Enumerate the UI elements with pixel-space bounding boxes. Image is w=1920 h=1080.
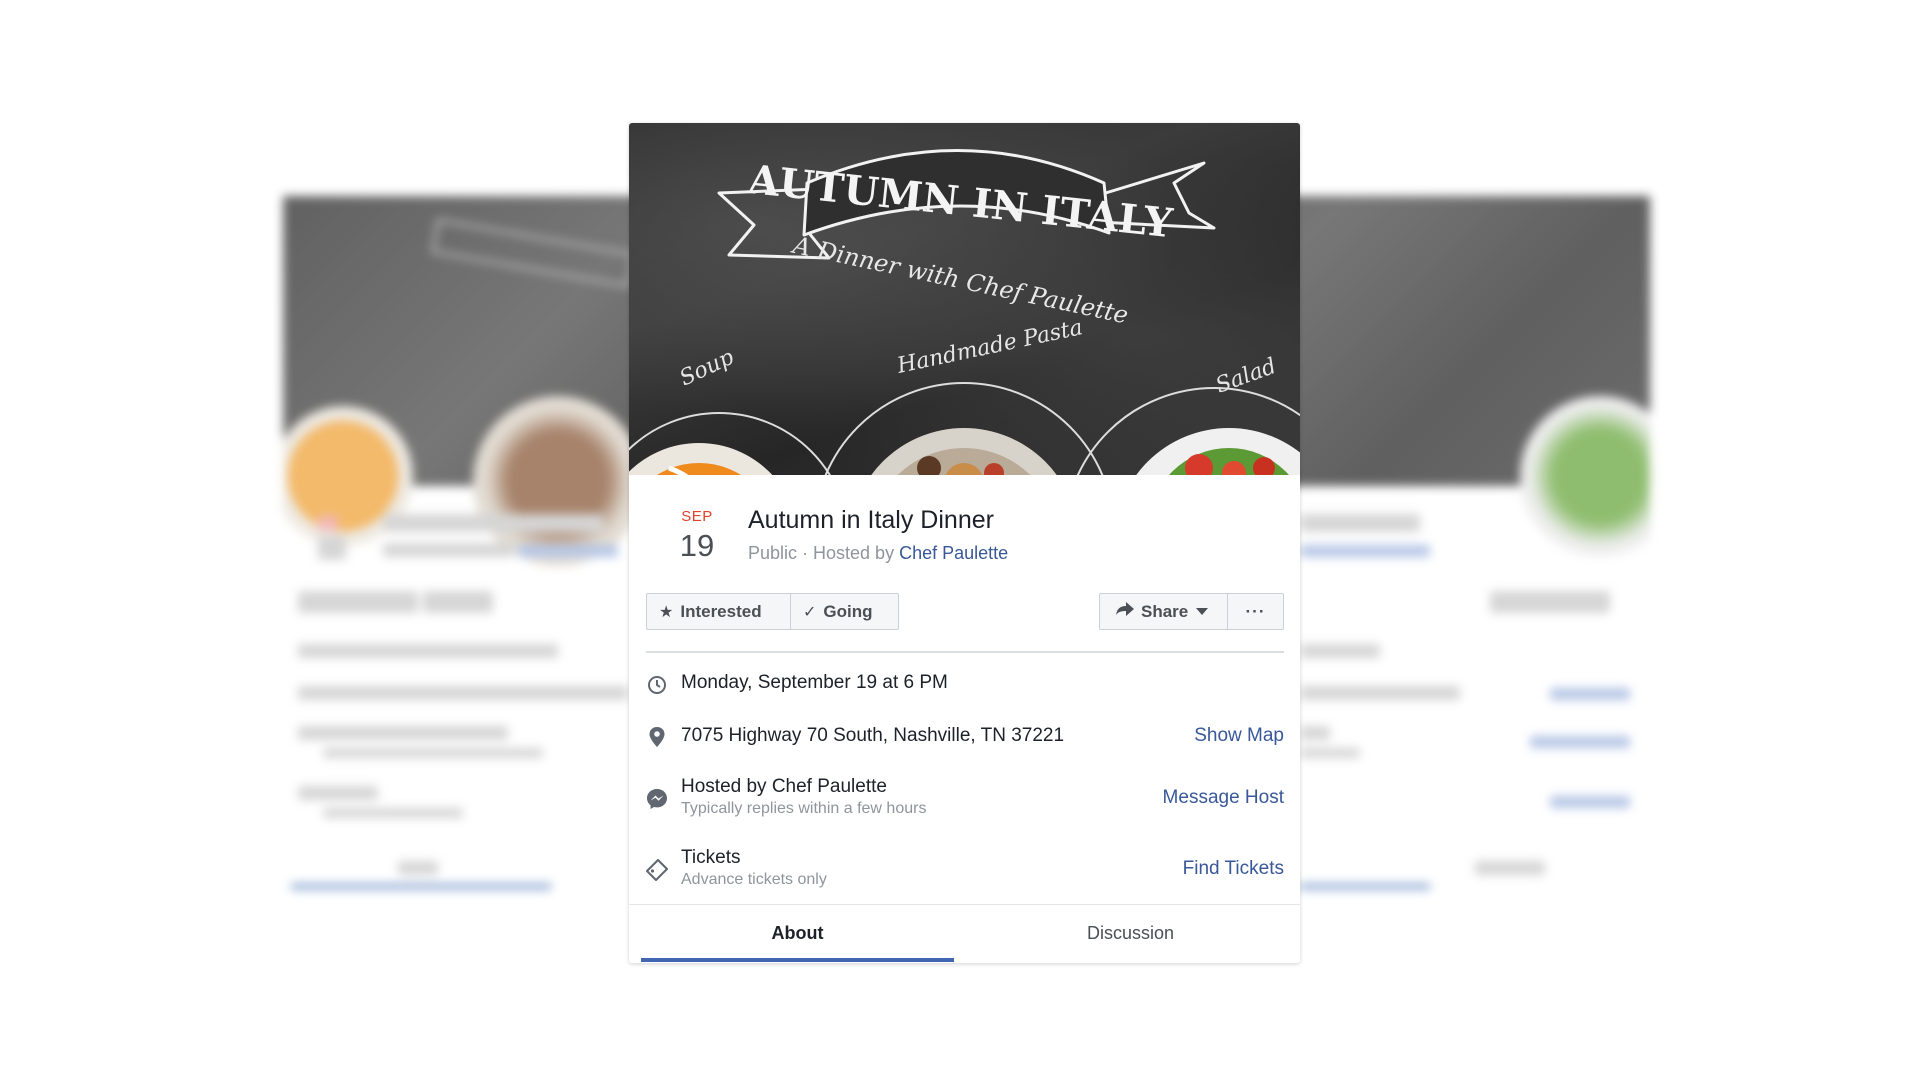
event-address: 7075 Highway 70 South, Nashville, TN 372…	[681, 725, 1065, 746]
tab-about[interactable]: About	[641, 923, 954, 944]
event-datetime: Monday, September 19 at 6 PM	[681, 672, 948, 693]
host-reply-time: Typically replies within a few hours	[681, 800, 927, 817]
star-icon: ★	[659, 603, 674, 621]
chevron-down-icon	[1196, 608, 1209, 615]
messenger-icon	[646, 788, 668, 810]
event-month: SEP	[681, 508, 713, 525]
share-arrow-icon	[1116, 602, 1134, 621]
checkmark-icon: ✓	[803, 603, 817, 621]
find-tickets-link[interactable]: Find Tickets	[1183, 858, 1284, 880]
cover-label-pasta: Handmade Pasta	[894, 315, 1085, 379]
going-button[interactable]: ✓ Going	[791, 594, 885, 629]
active-tab-indicator	[641, 958, 954, 962]
going-label: Going	[823, 601, 873, 621]
event-cover-image[interactable]: AUTUMN IN ITALY A Dinner with Chef Paule…	[629, 123, 1300, 475]
action-buttons: Share ···	[1099, 593, 1284, 630]
clock-icon	[646, 674, 668, 696]
cover-illustration: AUTUMN IN ITALY A Dinner with Chef Paule…	[629, 149, 1300, 475]
message-host-link[interactable]: Message Host	[1163, 787, 1284, 809]
event-card: AUTUMN IN ITALY A Dinner with Chef Paule…	[629, 123, 1300, 963]
event-day: 19	[679, 528, 715, 563]
more-icon: ···	[1245, 601, 1266, 621]
event-title: Autumn in Italy Dinner	[748, 506, 994, 534]
host-link[interactable]: Chef Paulette	[899, 543, 1008, 563]
event-subtitle: Public · Hosted by Chef Paulette	[748, 543, 1008, 564]
ticket-icon	[646, 859, 668, 881]
share-label: Share	[1141, 601, 1189, 621]
hosted-by-line: Hosted by Chef Paulette	[681, 776, 887, 797]
tickets-title: Tickets	[681, 847, 741, 868]
tabs-divider	[629, 904, 1300, 905]
detail-row-host: Hosted by Chef Paulette Typically replie…	[646, 776, 1284, 824]
rsvp-buttons: ★ Interested ✓ Going	[646, 593, 899, 630]
tickets-note: Advance tickets only	[681, 871, 827, 888]
event-privacy: Public	[748, 543, 798, 563]
interested-label: Interested	[680, 601, 762, 621]
map-pin-icon	[646, 726, 668, 748]
share-button[interactable]: Share	[1100, 594, 1228, 629]
event-date: SEP 19	[667, 508, 727, 564]
divider	[646, 651, 1284, 653]
more-options-button[interactable]: ···	[1228, 594, 1283, 629]
tab-discussion[interactable]: Discussion	[974, 923, 1287, 944]
cover-label-soup: Soup	[676, 345, 738, 392]
hosted-by-prefix: · Hosted by	[797, 543, 900, 563]
interested-button[interactable]: ★ Interested	[647, 594, 791, 629]
detail-row-datetime: Monday, September 19 at 6 PM	[646, 672, 1284, 698]
detail-row-location: 7075 Highway 70 South, Nashville, TN 372…	[646, 725, 1284, 751]
stage: AUTUMN IN ITALY A Dinner with Chef Paule…	[0, 0, 1920, 1080]
detail-row-tickets: Tickets Advance tickets only Find Ticket…	[646, 847, 1284, 895]
show-map-link[interactable]: Show Map	[1194, 725, 1284, 747]
